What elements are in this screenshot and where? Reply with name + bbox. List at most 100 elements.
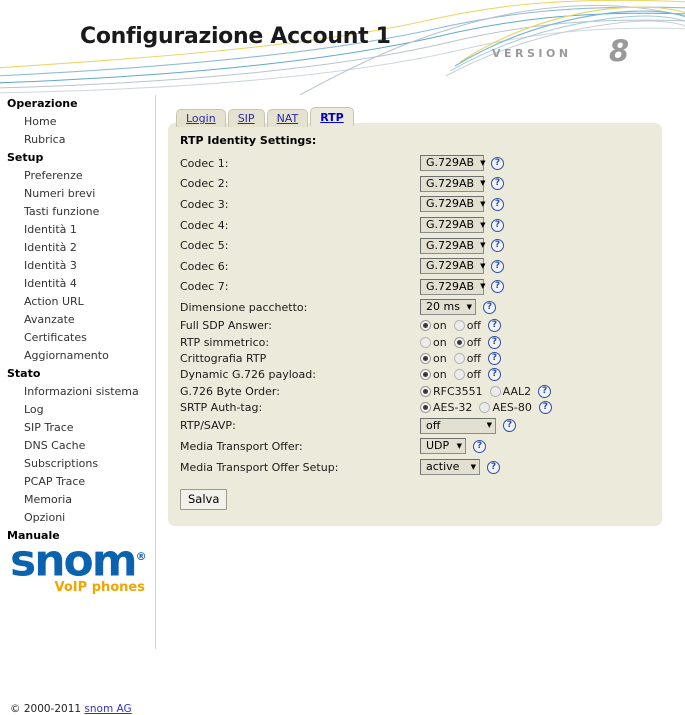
sidebar-item-tasti-funzione[interactable]: Tasti funzione [0, 203, 155, 221]
snom-ag-link[interactable]: snom AG [84, 703, 131, 715]
crittografia-rtp-radio-2[interactable] [453, 352, 465, 364]
sidebar-item-subscriptions[interactable]: Subscriptions [0, 455, 155, 473]
help-icon-media-transport-offer[interactable]: ? [473, 439, 486, 453]
rtp-simmetrico-option-2[interactable]: off [453, 335, 482, 349]
rtp-simmetrico-option-1[interactable]: on [420, 336, 447, 349]
help-icon-g-726-byte-order[interactable]: ? [538, 384, 552, 398]
rtp-simmetrico-radio-1[interactable] [420, 336, 431, 348]
codec-5-control: G.729AB ▼? [420, 237, 504, 254]
help-icon-crittografia-rtp[interactable]: ? [488, 351, 502, 365]
dynamic-g-726-payload-option-2[interactable]: off [453, 368, 481, 381]
codec-7-select-value: G.729AB [426, 279, 475, 293]
help-icon-full-sdp-answer[interactable]: ? [488, 319, 502, 333]
full-sdp-answer-option-1[interactable]: on [420, 319, 447, 332]
g-726-byte-order-option-1[interactable]: RFC3551 [420, 385, 483, 398]
rtp-savp-select-value: off [426, 418, 441, 432]
sidebar-item-numeri-brevi[interactable]: Numeri brevi [0, 185, 155, 203]
help-icon-codec-6[interactable]: ? [491, 259, 504, 273]
sidebar-heading-operazione: Operazione [7, 97, 78, 110]
help-icon-media-transport-offer-setup[interactable]: ? [487, 460, 500, 474]
sidebar-item-identit-1[interactable]: Identità 1 [0, 221, 155, 239]
rtp-savp-label: RTP/SAVP: [180, 419, 236, 433]
srtp-auth-tag-option-2[interactable]: AES-80 [479, 401, 532, 414]
sidebar-item-identit-3[interactable]: Identità 3 [0, 257, 155, 275]
codec-5-select[interactable]: G.729AB ▼ [420, 237, 485, 254]
codec-3-select[interactable]: G.729AB ▼ [420, 196, 486, 213]
tab-nat[interactable]: NAT [266, 109, 309, 127]
tab-login[interactable]: Login [176, 109, 226, 127]
media-transport-offer-select[interactable]: UDP ▼ [420, 438, 466, 455]
chevron-down-icon: ▼ [486, 421, 492, 430]
rtp-simmetrico-radio-2[interactable] [453, 336, 465, 348]
crittografia-rtp-option-2[interactable]: off [453, 352, 481, 365]
sidebar-item-memoria[interactable]: Memoria [0, 491, 155, 509]
tab-rtp[interactable]: RTP [310, 107, 354, 126]
sidebar-item-action-url[interactable]: Action URL [0, 293, 155, 311]
dynamic-g-726-payload-radio-1[interactable] [420, 369, 431, 381]
full-sdp-answer-option-2[interactable]: off [453, 319, 482, 333]
sidebar-item-sip-trace[interactable]: SIP Trace [0, 419, 155, 437]
packet-size-select[interactable]: 20 ms ▼ [420, 299, 476, 316]
codec-settings-list: Codec 1: G.729AB ▼? Codec 2: G.729AB ▼? Codec … [180, 153, 650, 297]
sidebar-item-dns-cache[interactable]: DNS Cache [0, 437, 155, 455]
page-title: Configurazione Account 1 [80, 24, 391, 49]
srtp-auth-tag-radio-1[interactable] [420, 401, 431, 413]
help-icon-codec-4[interactable]: ? [491, 218, 504, 232]
help-icon-codec-7[interactable]: ? [491, 280, 504, 294]
sidebar-item-certificates[interactable]: Certificates [0, 329, 155, 347]
rtp-savp-select[interactable]: off ▼ [420, 417, 496, 434]
help-icon-codec-5[interactable]: ? [491, 239, 504, 253]
save-button[interactable]: Salva [180, 489, 228, 511]
srtp-auth-tag-option-1[interactable]: AES-32 [420, 401, 472, 414]
g-726-byte-order-radio-1[interactable] [420, 385, 431, 397]
sidebar-item-identit-4[interactable]: Identità 4 [0, 275, 155, 293]
help-icon-srtp-auth-tag[interactable]: ? [538, 400, 552, 414]
codec-1-select[interactable]: G.729AB ▼ [420, 155, 485, 172]
full-sdp-answer-option-1-label: on [433, 319, 447, 333]
dynamic-g-726-payload-radio-2[interactable] [453, 369, 465, 381]
rtp-simmetrico-radio-group: on off [420, 336, 481, 349]
help-icon-rtp-simmetrico[interactable]: ? [488, 335, 502, 349]
help-icon-codec-1[interactable]: ? [491, 156, 504, 170]
full-sdp-answer-row: Full SDP Answer: on off? [180, 318, 650, 334]
tab-sip[interactable]: SIP [227, 109, 265, 127]
g-726-byte-order-radio-group: RFC3551 AAL2 [420, 385, 531, 398]
sidebar-item-pcap-trace[interactable]: PCAP Trace [0, 473, 155, 491]
chevron-down-icon: ▼ [480, 199, 486, 208]
help-icon-packet-size[interactable]: ? [483, 300, 496, 314]
crittografia-rtp-radio-1[interactable] [420, 352, 431, 364]
full-sdp-answer-radio-2[interactable] [453, 320, 465, 332]
full-sdp-answer-radio-1[interactable] [420, 320, 431, 332]
full-sdp-answer-label: Full SDP Answer: [180, 319, 272, 333]
sidebar-item-home[interactable]: Home [0, 113, 155, 131]
g-726-byte-order-radio-2[interactable] [489, 385, 501, 397]
packet-size-label: Dimensione pacchetto: [180, 300, 308, 314]
g-726-byte-order-option-2[interactable]: AAL2 [489, 385, 531, 398]
page-header: Configurazione Account 1 VERSION 8 [0, 0, 685, 95]
help-icon-codec-3[interactable]: ? [491, 197, 504, 211]
crittografia-rtp-row: Crittografia RTP on off? [180, 350, 650, 366]
media-transport-offer-setup-select[interactable]: active ▼ [420, 459, 480, 476]
help-icon-rtp-savp[interactable]: ? [503, 419, 516, 433]
sidebar-item-preferenze[interactable]: Preferenze [0, 167, 155, 185]
codec-7-select[interactable]: G.729AB ▼ [420, 278, 485, 295]
sidebar-item-log[interactable]: Log [0, 401, 155, 419]
srtp-auth-tag-radio-2[interactable] [479, 401, 491, 413]
chevron-down-icon: ▼ [480, 179, 486, 188]
full-sdp-answer-option-2-label: off [466, 319, 482, 333]
sidebar-item-identit-2[interactable]: Identità 2 [0, 239, 155, 257]
sidebar-item-informazioni-sistema[interactable]: Informazioni sistema [0, 383, 155, 401]
codec-2-select[interactable]: G.729AB ▼ [420, 175, 486, 192]
sidebar-item-rubrica[interactable]: Rubrica [0, 131, 155, 149]
help-icon-dynamic-g-726-payload[interactable]: ? [488, 368, 502, 382]
crittografia-rtp-option-1[interactable]: on [420, 352, 447, 365]
sidebar-item-aggiornamento[interactable]: Aggiornamento [0, 347, 155, 365]
help-icon-codec-2[interactable]: ? [491, 177, 504, 191]
transport-settings-list: RTP/SAVP: off ▼? Media Transport Offer: UDP ▼… [180, 416, 650, 478]
dynamic-g-726-payload-option-1[interactable]: on [420, 368, 447, 381]
sidebar-item-avanzate[interactable]: Avanzate [0, 311, 155, 329]
rtp-simmetrico-option-2-label: off [466, 335, 482, 349]
codec-4-select[interactable]: G.729AB ▼ [420, 217, 485, 234]
sidebar-item-opzioni[interactable]: Opzioni [0, 509, 155, 527]
codec-6-select[interactable]: G.729AB ▼ [420, 258, 485, 275]
